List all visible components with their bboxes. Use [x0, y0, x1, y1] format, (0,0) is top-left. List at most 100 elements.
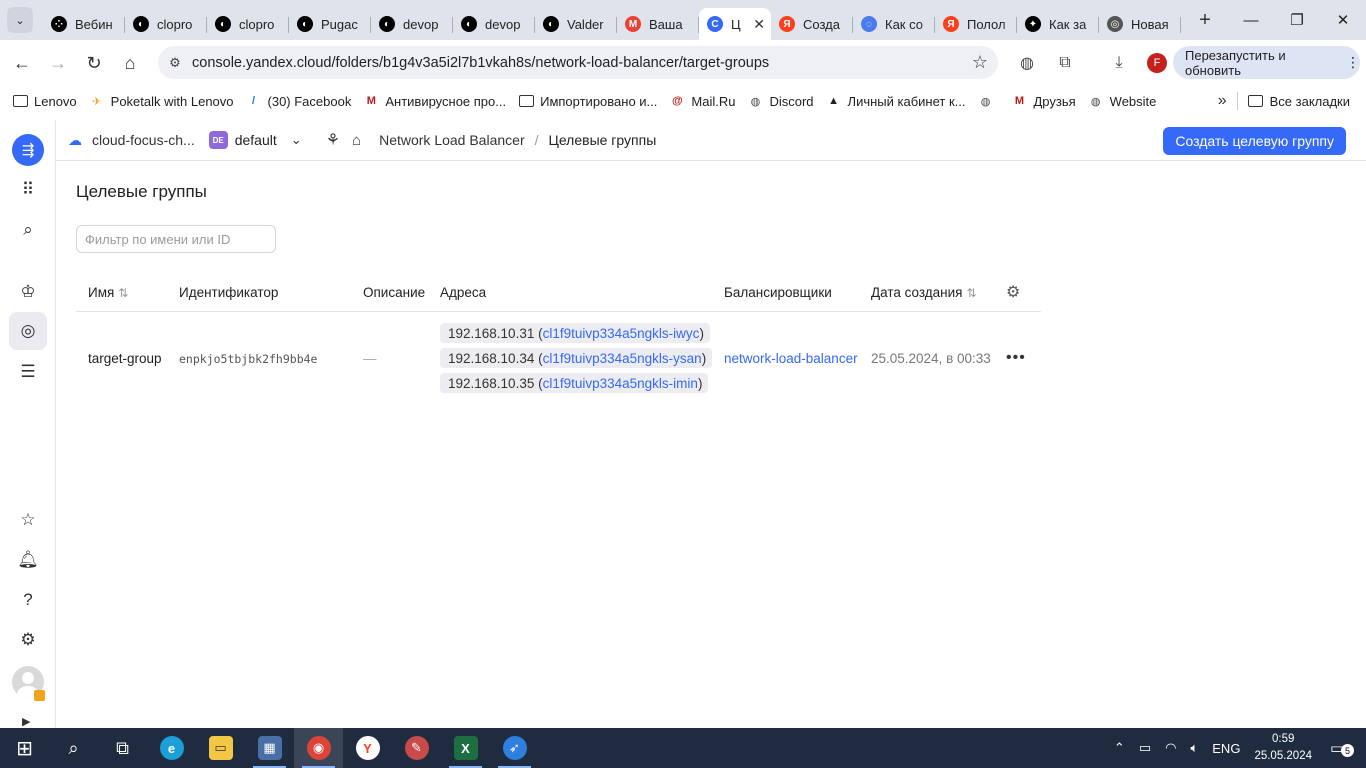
- chevron-down-icon[interactable]: ⌄: [291, 132, 302, 148]
- browser-tab[interactable]: ◐ clopro: [125, 8, 207, 40]
- task-view-icon[interactable]: ⧉: [98, 728, 147, 768]
- folder-selector[interactable]: default: [235, 132, 277, 148]
- favorites-star-icon[interactable]: ☆: [12, 504, 44, 536]
- extensions-icon[interactable]: ⧉: [1046, 46, 1084, 80]
- browser-tab[interactable]: ◐ devop: [453, 8, 535, 40]
- column-name[interactable]: Имя ⇅: [88, 285, 128, 300]
- close-window-button[interactable]: ✕: [1320, 0, 1366, 40]
- sort-icon[interactable]: ⇅: [967, 286, 977, 300]
- bookmark-item[interactable]: ◍: [978, 93, 1000, 109]
- table-row[interactable]: target-group enpkjo5tbjbk2fh9bb4e — 192.…: [76, 312, 1041, 404]
- back-button[interactable]: ←: [5, 46, 39, 80]
- chevron-up-icon[interactable]: ⌃: [1114, 740, 1125, 756]
- filter-input[interactable]: Фильтр по имени или ID: [76, 225, 276, 253]
- wifi-icon[interactable]: ◠: [1165, 740, 1176, 756]
- start-windows-icon[interactable]: ⊞: [0, 728, 49, 768]
- row-actions-icon[interactable]: •••: [1006, 349, 1026, 367]
- notifications-icon[interactable]: ▭ 5: [1330, 739, 1354, 757]
- bookmark-item[interactable]: / (30) Facebook: [246, 93, 351, 109]
- volume-icon[interactable]: 🔈︎: [1190, 740, 1198, 756]
- bookmark-item[interactable]: ▲ Личный кабинет к...: [826, 93, 965, 109]
- cloud-selector[interactable]: cloud-focus-ch...: [92, 132, 195, 148]
- home-icon[interactable]: ⌂: [352, 132, 361, 149]
- bookmark-item[interactable]: Импортировано и...: [518, 93, 657, 109]
- restart-update-button[interactable]: Перезапустить и обновить ⋮: [1173, 46, 1360, 79]
- bookmark-item[interactable]: ◍ Discord: [747, 93, 814, 109]
- bookmark-item[interactable]: ✈ Poketalk with Lenovo: [89, 93, 233, 109]
- service-switch-icon[interactable]: ⚘: [326, 130, 340, 150]
- chrome-icon[interactable]: ◉: [294, 728, 343, 768]
- column-created[interactable]: Дата создания ⇅: [871, 285, 977, 300]
- browser-tab[interactable]: Я Полол: [935, 8, 1017, 40]
- browser-tab[interactable]: ◌ Как со: [853, 8, 935, 40]
- url-text[interactable]: console.yandex.cloud/folders/b1g4v3a5i2l…: [192, 55, 962, 71]
- browser-tab[interactable]: ◎ Новая: [1099, 8, 1181, 40]
- translate-icon[interactable]: ◍: [1008, 46, 1046, 80]
- instance-link[interactable]: cl1f9tuivp334a5ngkls-iwyc: [543, 326, 700, 341]
- main-content: Целевые группы Фильтр по имени или ID: [76, 182, 276, 253]
- browser-tab[interactable]: ◐ Pugac: [289, 8, 371, 40]
- browser-tab[interactable]: M Ваша: [617, 8, 699, 40]
- balancer-link[interactable]: network-load-balancer: [724, 351, 858, 366]
- search-icon[interactable]: ⌕: [12, 214, 44, 246]
- clock[interactable]: 0:59 25.05.2024: [1254, 731, 1312, 765]
- search-icon[interactable]: ⌕: [49, 728, 98, 768]
- edge-icon[interactable]: e: [147, 728, 196, 768]
- file-explorer-icon[interactable]: ▭: [196, 728, 245, 768]
- address-bar[interactable]: ⚙ console.yandex.cloud/folders/b1g4v3a5i…: [158, 46, 998, 79]
- yandex-browser-icon[interactable]: Y: [343, 728, 392, 768]
- tab-search-button[interactable]: ⌄: [7, 7, 33, 33]
- network-app-icon[interactable]: ▦: [245, 728, 294, 768]
- excel-icon[interactable]: X: [441, 728, 490, 768]
- profile-avatar[interactable]: F: [1138, 46, 1176, 80]
- browser-tab[interactable]: ✦ Как за: [1017, 8, 1099, 40]
- bookmark-item[interactable]: M Антивирусное про...: [363, 93, 506, 109]
- notifications-bell-icon[interactable]: 🔔︎: [12, 544, 44, 576]
- bookmark-item[interactable]: ◍ Website: [1088, 93, 1157, 109]
- sort-icon[interactable]: ⇅: [118, 286, 128, 300]
- language-indicator[interactable]: ENG: [1212, 741, 1240, 756]
- bookmark-item[interactable]: @ Mail.Ru: [669, 93, 735, 109]
- menu-dots-icon: ⋮: [1346, 54, 1360, 70]
- dolphin-app-icon[interactable]: ➶: [490, 728, 539, 768]
- forward-button[interactable]: →: [41, 46, 75, 80]
- bookmark-item[interactable]: M Друзья: [1012, 93, 1076, 109]
- battery-icon[interactable]: ▭: [1139, 740, 1151, 756]
- table-settings-gear-icon[interactable]: ⚙: [1006, 282, 1020, 302]
- minimize-button[interactable]: —: [1228, 0, 1274, 40]
- browser-tab[interactable]: ◐ Valder: [535, 8, 617, 40]
- drawing-app-icon[interactable]: ✎: [392, 728, 441, 768]
- address-chip: 192.168.10.35 (cl1f9tuivp334a5ngkls-imin…: [440, 373, 709, 393]
- help-icon[interactable]: ?: [12, 584, 44, 616]
- target-group-name[interactable]: target-group: [88, 351, 162, 366]
- bookmark-item[interactable]: Lenovo: [12, 93, 77, 109]
- instance-link[interactable]: cl1f9tuivp334a5ngkls-imin: [543, 376, 698, 391]
- create-target-group-button[interactable]: Создать целевую группу: [1163, 127, 1346, 155]
- operations-icon[interactable]: ☰: [12, 356, 44, 388]
- target-groups-icon[interactable]: ◎: [9, 312, 47, 350]
- yandex-cloud-logo-icon[interactable]: ⇶: [12, 134, 44, 166]
- instance-link[interactable]: cl1f9tuivp334a5ngkls-ysan: [543, 351, 702, 366]
- browser-tab[interactable]: ◐ devop: [371, 8, 453, 40]
- settings-gear-icon[interactable]: ⚙: [12, 624, 44, 656]
- browser-tab[interactable]: ⁘ Вебин: [43, 8, 125, 40]
- all-services-icon[interactable]: ⠿: [12, 174, 44, 206]
- all-bookmarks[interactable]: Все закладки: [1248, 93, 1350, 109]
- breadcrumb-service[interactable]: Network Load Balancer: [379, 132, 525, 148]
- browser-tab[interactable]: C Ц ✕: [699, 8, 771, 40]
- expand-nav-icon[interactable]: ▶: [22, 715, 30, 728]
- bookmark-star-icon[interactable]: ☆: [962, 52, 998, 73]
- browser-tab[interactable]: Я Созда: [771, 8, 853, 40]
- load-balancers-icon[interactable]: ♔: [12, 276, 44, 308]
- close-tab-icon[interactable]: ✕: [753, 16, 765, 33]
- reload-button[interactable]: ↻: [77, 46, 111, 80]
- target-group-id: enpkjo5tbjbk2fh9bb4e: [179, 352, 318, 366]
- new-tab-button[interactable]: +: [1191, 6, 1219, 34]
- download-icon[interactable]: ⤓: [1100, 46, 1138, 80]
- home-button[interactable]: ⌂: [113, 46, 147, 80]
- site-info-icon[interactable]: ⚙: [158, 55, 192, 71]
- bookmarks-overflow-icon[interactable]: »: [1218, 92, 1227, 110]
- browser-tab[interactable]: ◐ clopro: [207, 8, 289, 40]
- github-icon: ◐: [461, 16, 477, 32]
- restore-button[interactable]: ❐: [1274, 0, 1320, 40]
